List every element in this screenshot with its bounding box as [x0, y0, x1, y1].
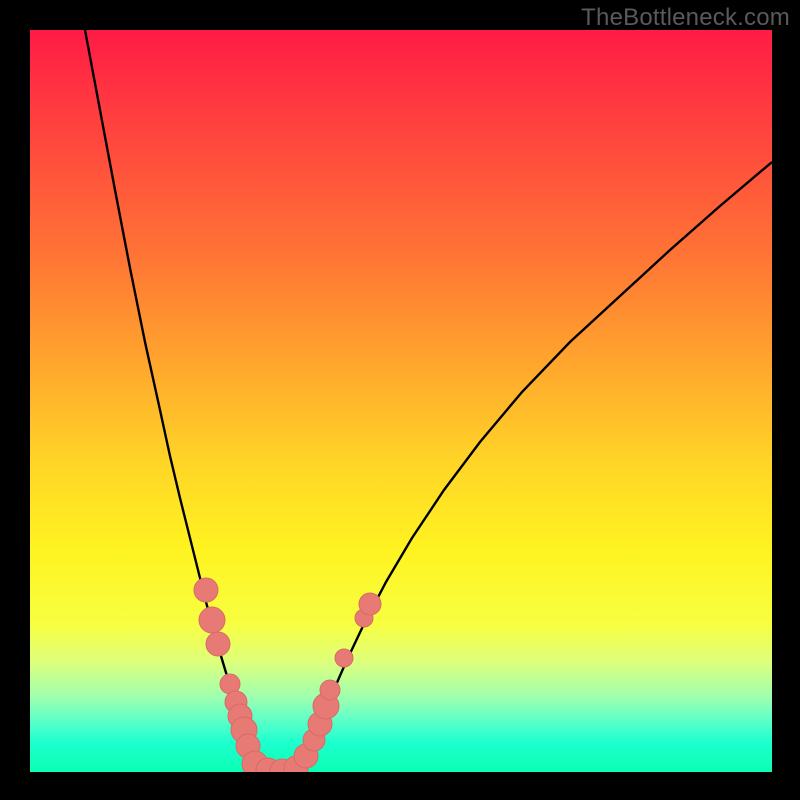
data-dots — [194, 578, 381, 772]
data-dot — [320, 680, 340, 700]
data-dot — [194, 578, 218, 602]
watermark-text: TheBottleneck.com — [581, 4, 790, 32]
bottleneck-curve — [85, 30, 772, 772]
curve-svg — [30, 30, 772, 772]
data-dot — [206, 632, 230, 656]
plot-area — [30, 30, 772, 772]
data-dot — [359, 593, 381, 615]
data-dot — [199, 607, 225, 633]
data-dot — [335, 649, 353, 667]
chart-frame: TheBottleneck.com — [0, 0, 800, 800]
